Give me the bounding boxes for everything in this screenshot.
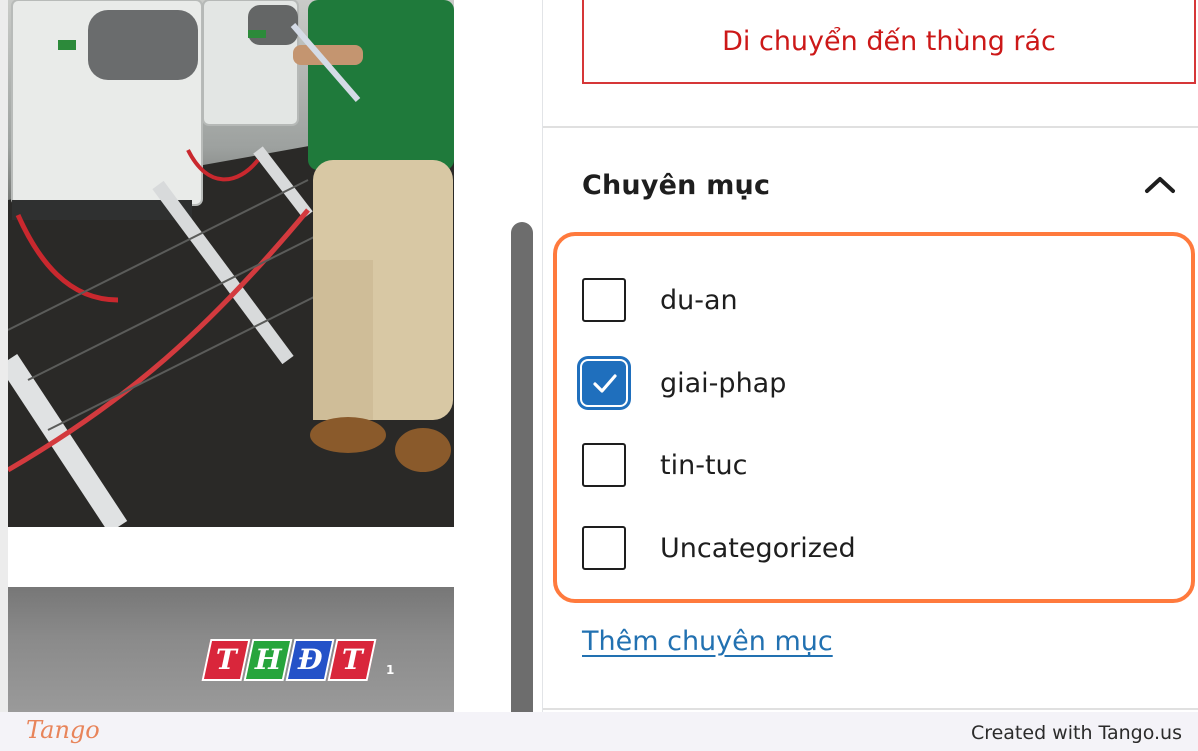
editor-media-column: T H Đ T 1 <box>0 0 508 712</box>
category-checkbox[interactable] <box>582 443 626 487</box>
tv-logo-letter: T <box>327 639 377 681</box>
tango-footer: Tango Created with Tango.us <box>0 712 1198 751</box>
left-edge <box>0 0 8 712</box>
tv-logo: T H Đ T <box>201 639 377 681</box>
category-label: du-an <box>660 284 738 316</box>
settings-sidebar: Di chuyển đến thùng rác Chuyên mục du-an… <box>543 0 1198 712</box>
category-item-giai-phap[interactable]: giai-phap <box>582 359 786 407</box>
categories-collapse-button[interactable] <box>1139 166 1181 208</box>
tv-logo-letter: T <box>201 639 251 681</box>
tv-logo-suffix: 1 <box>386 663 395 677</box>
category-label: giai-phap <box>660 367 787 399</box>
category-label: Uncategorized <box>660 532 856 564</box>
category-item-uncategorized[interactable]: Uncategorized <box>582 524 856 572</box>
categories-panel-title[interactable]: Chuyên mục <box>582 170 770 201</box>
tango-logo: Tango <box>26 716 100 744</box>
category-checkbox[interactable] <box>582 526 626 570</box>
move-to-trash-button[interactable]: Di chuyển đến thùng rác <box>582 0 1196 84</box>
tango-credit: Created with Tango.us <box>970 722 1182 744</box>
category-item-tin-tuc[interactable]: tin-tuc <box>582 441 748 489</box>
panel-divider <box>543 708 1198 710</box>
editor-gutter <box>454 0 508 712</box>
screenshot-stage: T H Đ T 1 Di chuyển đến thùng rác Chuyên… <box>0 0 1198 751</box>
photo-illustration <box>8 0 454 527</box>
chevron-up-icon <box>1145 177 1175 193</box>
tv-logo-letter: Đ <box>285 639 335 681</box>
category-checkbox[interactable] <box>582 278 626 322</box>
image-spacer <box>8 527 454 587</box>
panel-divider <box>543 126 1198 128</box>
add-category-link[interactable]: Thêm chuyên mục <box>582 626 833 657</box>
category-item-du-an[interactable]: du-an <box>582 276 738 324</box>
tv-logo-letter: H <box>243 639 293 681</box>
category-checkbox[interactable] <box>582 361 626 405</box>
category-label: tin-tuc <box>660 449 748 481</box>
post-photo <box>8 0 454 527</box>
scrollbar-thumb[interactable] <box>511 222 533 712</box>
checkmark-icon <box>593 374 617 393</box>
video-thumbnail: T H Đ T 1 <box>8 587 454 712</box>
